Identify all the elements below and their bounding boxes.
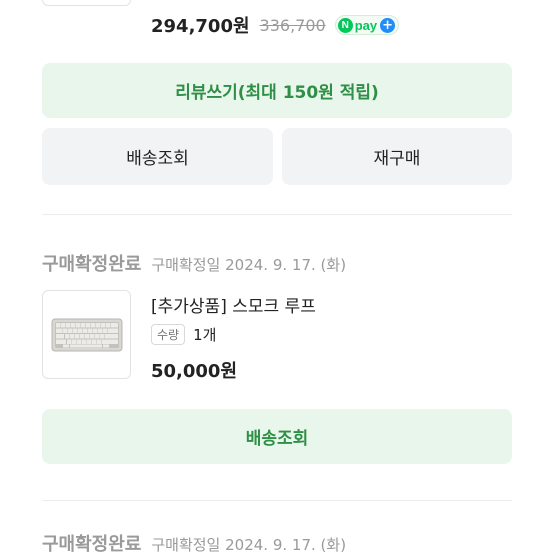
order-status: 구매확정완료 (42, 254, 142, 275)
quantity-value: 1개 (193, 326, 217, 344)
reorder-button[interactable]: 재구매 (282, 128, 512, 185)
shipping-track-label: 배송조회 (126, 149, 189, 169)
write-review-button[interactable]: 리뷰쓰기(최대 150원 적립) (42, 63, 512, 118)
shipping-track-button[interactable]: 배송조회 (42, 128, 273, 185)
divider (42, 214, 512, 215)
order-status: 구매확정완료 (42, 534, 142, 554)
order-status-row: 구매확정완료 구매확정일 2024. 9. 17. (화) (42, 530, 346, 554)
naver-n-icon: N (337, 17, 353, 33)
npay-label: pay (354, 17, 378, 33)
divider (42, 500, 512, 501)
price-row: 294,700원 336,700 N pay + (151, 12, 400, 38)
shipping-track-button[interactable]: 배송조회 (42, 409, 512, 464)
npay-badge: N pay + (334, 15, 400, 35)
original-price: 336,700 (259, 15, 326, 35)
quantity-badge: 수량 (151, 324, 186, 345)
product-thumbnail[interactable] (42, 0, 131, 6)
product-thumbnail[interactable] (42, 290, 131, 379)
keyboard-image (51, 318, 122, 351)
confirm-date: 구매확정일 2024. 9. 17. (화) (151, 536, 347, 554)
product-price: 294,700원 (151, 16, 250, 37)
order-status-row: 구매확정완료 구매확정일 2024. 9. 17. (화) (42, 250, 346, 276)
product-name[interactable]: [추가상품] 스모크 루프 (151, 292, 316, 317)
quantity-row: 수량 1개 (151, 324, 216, 345)
reorder-label: 재구매 (373, 149, 421, 169)
plus-icon: + (380, 17, 396, 33)
product-price: 50,000원 (151, 361, 238, 382)
confirm-date: 구매확정일 2024. 9. 17. (화) (151, 256, 347, 274)
